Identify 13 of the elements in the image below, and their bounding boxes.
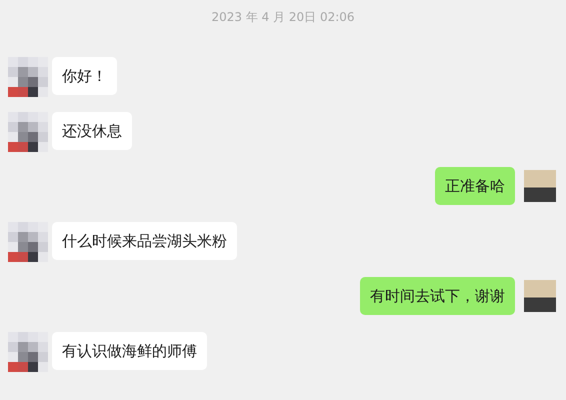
message-bubble: 有时间去试下，谢谢 xyxy=(360,277,515,315)
avatar-photo-placeholder[interactable] xyxy=(524,170,556,202)
message-bubble: 你好！ xyxy=(52,57,117,95)
message-bubble: 还没休息 xyxy=(52,112,132,150)
message-bubble: 正准备哈 xyxy=(435,167,515,205)
message-bubble: 有认识做海鲜的师傅 xyxy=(52,332,207,370)
pixelated-avatar[interactable] xyxy=(8,112,48,152)
pixelated-avatar[interactable] xyxy=(8,222,48,262)
pixelated-avatar[interactable] xyxy=(8,57,48,97)
chat-timestamp: 2023 年 4 月 20日 02:06 xyxy=(210,9,356,26)
message-bubble: 什么时候来品尝湖头米粉 xyxy=(52,222,237,260)
pixelated-avatar[interactable] xyxy=(8,332,48,372)
avatar-photo-placeholder[interactable] xyxy=(524,280,556,312)
